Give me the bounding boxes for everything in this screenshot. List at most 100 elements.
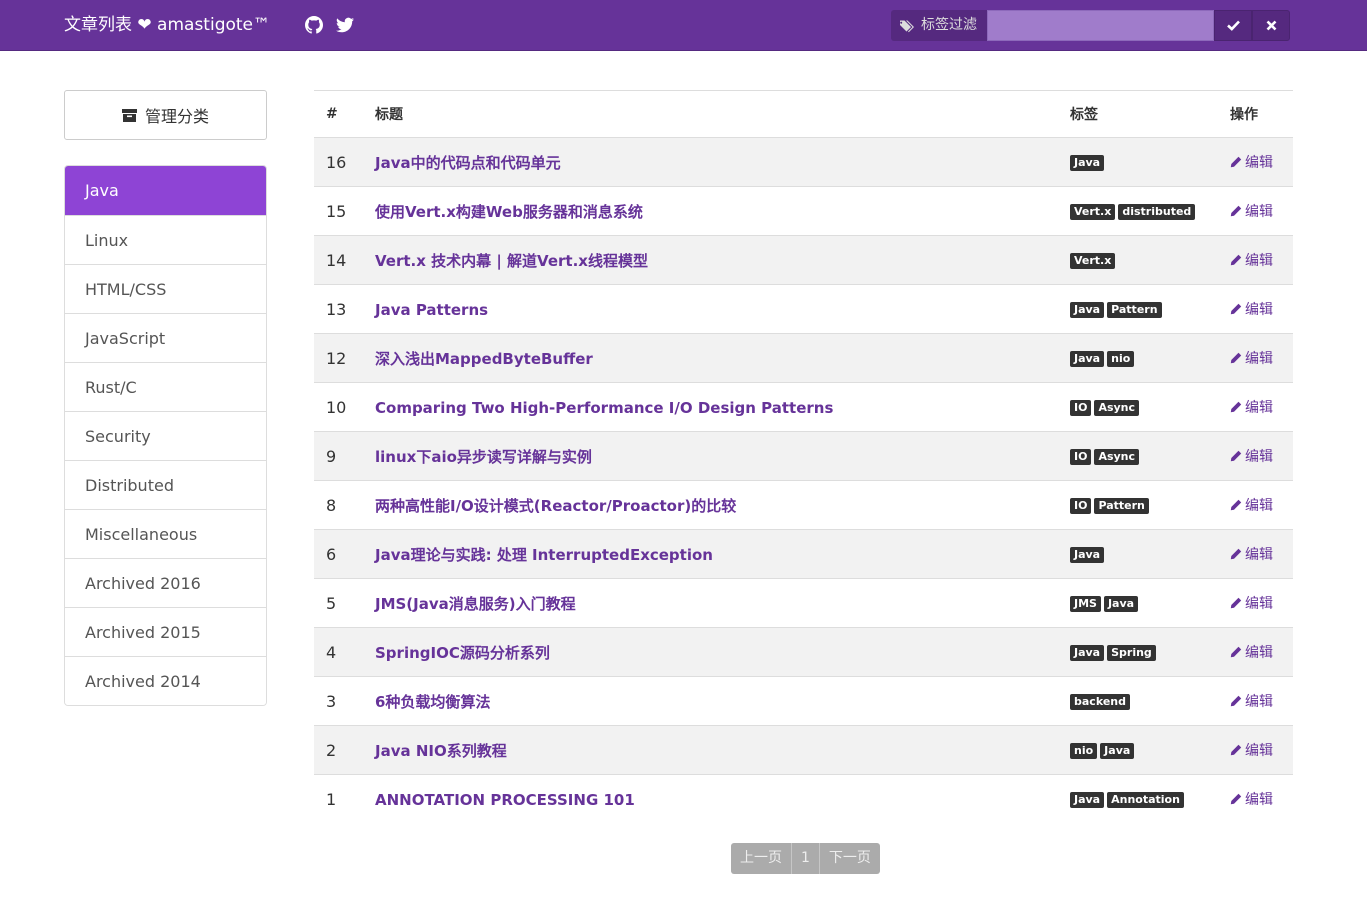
category-item-java[interactable]: Java [65,166,266,215]
article-table: # 标题 标签 操作 16 Java中的代码点和代码单元 Java 编辑 15 使用Ver… [314,90,1293,824]
article-title-link[interactable]: JMS(Java消息服务)入门教程 [375,595,576,613]
row-title-cell: JMS(Java消息服务)入门教程 [363,579,1058,628]
tag-badge[interactable]: Java [1070,302,1105,318]
edit-link[interactable]: 编辑 [1230,593,1273,613]
tag-badge[interactable]: IO [1070,400,1092,416]
next-page-button[interactable]: 下一页 [819,843,880,874]
prev-page-button[interactable]: 上一页 [731,843,792,874]
category-item-archived-2014[interactable]: Archived 2014 [65,656,266,705]
tag-badge[interactable]: distributed [1118,204,1196,220]
twitter-icon[interactable] [336,16,354,34]
table-row: 9 linux下aio异步读写详解与实例 IO Async 编辑 [314,431,1293,481]
page-number-button[interactable]: 1 [792,843,820,874]
article-title-link[interactable]: Java理论与实践: 处理 InterruptedException [375,546,713,564]
row-number: 14 [326,250,347,270]
category-item-linux[interactable]: Linux [65,215,266,264]
table-row: 3 6种负载均衡算法 backend 编辑 [314,676,1293,726]
pencil-icon [1230,254,1242,266]
edit-label: 编辑 [1245,743,1273,759]
tag-badge[interactable]: Spring [1107,645,1156,661]
row-title-cell: linux下aio异步读写详解与实例 [363,432,1058,481]
tag-badge[interactable]: Pattern [1107,302,1162,318]
tag-badge[interactable]: Java [1100,743,1135,759]
article-title-link[interactable]: Java Patterns [375,301,488,319]
tag-filter-input[interactable] [987,10,1214,41]
row-title-cell: Comparing Two High-Performance I/O Desig… [363,383,1058,432]
tag-badge[interactable]: Pattern [1094,498,1149,514]
tag-badge[interactable]: Async [1094,449,1140,465]
article-title-link[interactable]: Java NIO系列教程 [375,742,507,760]
edit-link[interactable]: 编辑 [1230,789,1273,809]
manage-categories-button[interactable]: 管理分类 [64,90,267,140]
tag-badge[interactable]: backend [1070,694,1131,710]
article-title-link[interactable]: SpringIOC源码分析系列 [375,644,550,662]
category-item-archived-2016[interactable]: Archived 2016 [65,558,266,607]
table-header-row: # 标题 标签 操作 [314,90,1293,138]
tag-badge[interactable]: Annotation [1107,792,1184,809]
edit-link[interactable]: 编辑 [1230,152,1273,172]
category-item-distributed[interactable]: Distributed [65,460,266,509]
category-list: Java Linux HTML/CSS JavaScript Rust/C Se… [64,165,267,706]
tag-badge[interactable]: JMS [1070,596,1101,612]
pencil-icon [1230,303,1242,315]
filter-clear-button[interactable] [1252,10,1290,41]
pencil-icon [1230,548,1242,560]
category-item-security[interactable]: Security [65,411,266,460]
edit-link[interactable]: 编辑 [1230,250,1273,270]
table-row: 10 Comparing Two High-Performance I/O Des… [314,382,1293,432]
article-title-link[interactable]: 深入浅出MappedByteBuffer [375,350,593,368]
article-title-link[interactable]: linux下aio异步读写详解与实例 [375,448,592,466]
tag-badge[interactable]: Java [1070,351,1105,367]
edit-link[interactable]: 编辑 [1230,299,1273,319]
row-actions-cell: 编辑 [1218,726,1293,775]
brand-title[interactable]: 文章列表 ❤ amastigote™ [64,13,270,37]
category-item-javascript[interactable]: JavaScript [65,313,266,362]
edit-link[interactable]: 编辑 [1230,446,1273,466]
article-title-link[interactable]: 使用Vert.x构建Web服务器和消息系统 [375,203,643,221]
times-icon [1266,20,1276,31]
category-item-miscellaneous[interactable]: Miscellaneous [65,509,266,558]
edit-link[interactable]: 编辑 [1230,642,1273,662]
tag-badge[interactable]: nio [1070,743,1098,759]
article-title-link[interactable]: 两种高性能I/O设计模式(Reactor/Proactor)的比较 [375,497,736,515]
article-title-link[interactable]: Vert.x 技术内幕 | 解道Vert.x线程模型 [375,252,648,270]
row-title-cell: Java中的代码点和代码单元 [363,138,1058,187]
tag-badge[interactable]: Java [1070,792,1105,809]
tag-badge[interactable]: Java [1070,547,1105,563]
category-item-archived-2015[interactable]: Archived 2015 [65,607,266,656]
edit-link[interactable]: 编辑 [1230,740,1273,760]
tag-badge[interactable]: IO [1070,449,1092,465]
row-tags-cell: JMS Java [1058,579,1218,628]
article-title-link[interactable]: Java中的代码点和代码单元 [375,154,561,172]
article-title-link[interactable]: 6种负载均衡算法 [375,693,490,711]
edit-link[interactable]: 编辑 [1230,495,1273,515]
edit-link[interactable]: 编辑 [1230,201,1273,221]
tag-badge[interactable]: Async [1094,400,1140,416]
archive-icon [121,108,137,122]
edit-link[interactable]: 编辑 [1230,691,1273,711]
row-title-cell: ANNOTATION PROCESSING 101 [363,775,1058,824]
tag-badge[interactable]: Java [1070,645,1105,661]
category-item-rust-c[interactable]: Rust/C [65,362,266,411]
article-title-link[interactable]: Comparing Two High-Performance I/O Desig… [375,399,833,417]
github-icon[interactable] [305,16,323,34]
table-row: 12 深入浅出MappedByteBuffer Java nio 编辑 [314,333,1293,383]
tag-badge[interactable]: Vert.x [1070,204,1116,220]
row-tags-cell: Vert.x distributed [1058,187,1218,236]
tag-badge[interactable]: Java [1070,155,1105,171]
tag-badge[interactable]: nio [1107,351,1135,367]
tag-badge[interactable]: IO [1070,498,1092,514]
edit-link[interactable]: 编辑 [1230,397,1273,417]
edit-link[interactable]: 编辑 [1230,348,1273,368]
tag-badge[interactable]: Java [1103,596,1139,612]
row-actions-cell: 编辑 [1218,775,1293,824]
article-rows: 16 Java中的代码点和代码单元 Java 编辑 15 使用Vert.x构建Web服务器… [314,137,1293,824]
edit-link[interactable]: 编辑 [1230,544,1273,564]
category-item-html-css[interactable]: HTML/CSS [65,264,266,313]
row-actions-cell: 编辑 [1218,383,1293,432]
tag-badge[interactable]: Vert.x [1070,253,1116,269]
filter-confirm-button[interactable] [1214,10,1252,41]
row-actions-cell: 编辑 [1218,579,1293,628]
row-title-cell: Java NIO系列教程 [363,726,1058,775]
article-title-link[interactable]: ANNOTATION PROCESSING 101 [375,791,635,809]
